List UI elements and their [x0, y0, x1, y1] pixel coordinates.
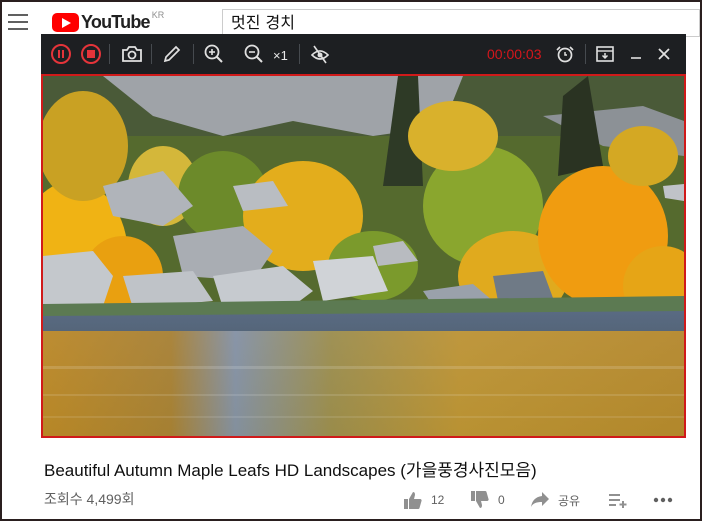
video-title: Beautiful Autumn Maple Leafs HD Landscap…: [44, 461, 537, 480]
screenshot-button[interactable]: [119, 34, 145, 74]
camera-icon: [122, 46, 142, 62]
youtube-play-icon: [52, 12, 79, 32]
dislike-count: 0: [498, 493, 505, 507]
stop-button[interactable]: [79, 34, 103, 74]
pause-button[interactable]: [49, 34, 73, 74]
region-code: KR: [151, 10, 165, 20]
close-icon: [658, 48, 670, 60]
zoom-in-icon: [204, 44, 223, 63]
toolbar-divider: [193, 44, 194, 64]
hide-button[interactable]: [307, 34, 333, 74]
toolbar-divider: [299, 44, 300, 64]
pencil-icon: [163, 45, 181, 63]
draw-button[interactable]: [159, 34, 185, 74]
hide-icon: [310, 45, 330, 64]
share-button[interactable]: 공유: [530, 489, 580, 511]
playlist-add-icon: [609, 494, 627, 508]
share-icon: [531, 492, 549, 507]
toolbar-divider: [585, 44, 586, 64]
close-button[interactable]: [653, 34, 675, 74]
zoom-in-button[interactable]: [201, 34, 227, 74]
thumbs-down-icon: [471, 491, 489, 508]
like-button[interactable]: 12: [403, 489, 444, 511]
zoom-level: ×1: [273, 48, 288, 63]
minimize-icon: [631, 57, 641, 59]
like-count: 12: [431, 493, 445, 507]
more-horizontal-icon: [653, 497, 673, 503]
zoom-out-button[interactable]: [241, 34, 267, 74]
recorder-toolbar: ×1 00:00:03: [41, 34, 686, 74]
save-to-playlist-button[interactable]: [608, 489, 636, 511]
youtube-logo[interactable]: YouTube KR: [52, 10, 165, 33]
toolbar-divider: [109, 44, 110, 64]
video-frame-image: [43, 76, 684, 436]
thumbs-up-icon: [404, 492, 422, 509]
minimize-button[interactable]: [625, 34, 647, 74]
menu-icon[interactable]: [8, 14, 28, 30]
view-count: 조회수 4,499회: [44, 491, 135, 507]
zoom-out-icon: [244, 44, 263, 63]
alarm-clock-icon: [556, 46, 574, 63]
download-icon: [596, 46, 614, 62]
more-actions-button[interactable]: [652, 489, 682, 511]
toolbar-divider: [151, 44, 152, 64]
pause-icon: [51, 44, 71, 64]
dislike-button[interactable]: 0: [470, 489, 505, 511]
share-label: 공유: [558, 493, 581, 508]
video-player[interactable]: [41, 74, 686, 438]
schedule-button[interactable]: [553, 34, 577, 74]
search-input[interactable]: 멋진 경치: [222, 9, 700, 37]
stop-icon: [81, 44, 101, 64]
youtube-logo-text: YouTube: [81, 11, 151, 32]
recording-timer: 00:00:03: [487, 46, 542, 62]
save-button[interactable]: [593, 34, 617, 74]
